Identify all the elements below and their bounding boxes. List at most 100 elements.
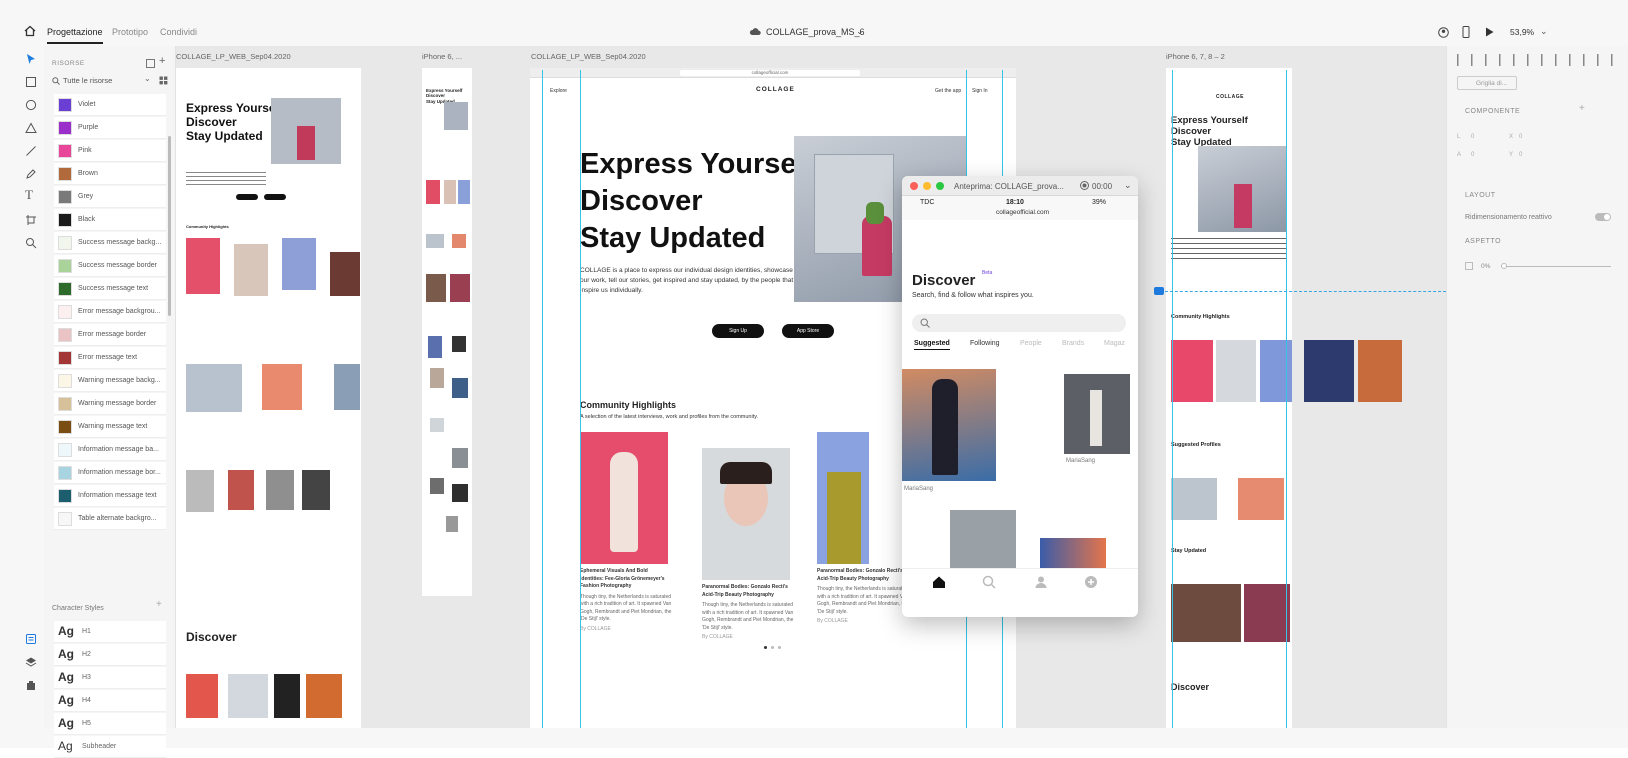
add-asset-icon[interactable]: + xyxy=(159,55,165,67)
rectangle-tool-icon[interactable] xyxy=(25,76,37,88)
document-title[interactable]: COLLAGE_prova_MS_6 xyxy=(766,27,865,37)
artboard-label-lp-big[interactable]: COLLAGE_LP_WEB_Sep04.2020 xyxy=(531,52,646,61)
align-toolbar[interactable] xyxy=(1457,54,1617,66)
line-tool-icon[interactable] xyxy=(25,145,37,157)
opacity-checkbox[interactable] xyxy=(1465,262,1473,270)
discover-photo-4[interactable] xyxy=(1040,538,1106,568)
nav-get-app[interactable]: Get the app xyxy=(935,88,961,94)
lp-small-signup[interactable] xyxy=(236,194,258,200)
assets-panel-icon[interactable] xyxy=(25,633,37,645)
add-component-icon[interactable]: + xyxy=(1579,103,1585,114)
artboard-tool-icon[interactable] xyxy=(25,214,37,226)
color-swatch-item[interactable]: Violet xyxy=(54,94,166,116)
polygon-tool-icon[interactable] xyxy=(25,122,37,134)
card-photo-3[interactable] xyxy=(817,432,869,564)
design-canvas[interactable]: COLLAGE_LP_WEB_Sep04.2020 Express Yourse… xyxy=(176,46,1446,728)
opacity-value[interactable]: 0% xyxy=(1481,263,1490,270)
discover-tab[interactable]: Following xyxy=(970,340,1000,347)
opacity-slider[interactable] xyxy=(1501,263,1611,269)
carousel-dots[interactable] xyxy=(764,646,782,650)
character-style-item[interactable]: Ag H2 xyxy=(54,644,166,666)
tab-design[interactable]: Progettazione xyxy=(47,27,103,44)
home-icon[interactable] xyxy=(24,25,36,37)
zoom-chevron-icon[interactable]: ⌄ xyxy=(1540,26,1548,37)
guide-line[interactable] xyxy=(1286,70,1287,728)
select-tool-icon[interactable] xyxy=(25,53,37,65)
brand-logo[interactable]: COLLAGE xyxy=(756,86,795,93)
color-swatch-item[interactable]: Information message bor... xyxy=(54,462,166,484)
profile-icon[interactable] xyxy=(1034,575,1048,589)
lp-small-appstore[interactable] xyxy=(264,194,286,200)
grid-button[interactable]: Griglia di... xyxy=(1457,76,1517,90)
pen-tool-icon[interactable] xyxy=(25,168,37,180)
grid-view-icon[interactable] xyxy=(159,76,168,85)
chevron-down-icon[interactable]: ⌄ xyxy=(856,26,864,37)
color-swatch-item[interactable]: Brown xyxy=(54,163,166,185)
assets-scrollbar[interactable] xyxy=(168,136,171,316)
character-style-item[interactable]: Ag H3 xyxy=(54,667,166,689)
text-tool-icon[interactable]: T xyxy=(25,187,37,202)
color-swatch-item[interactable]: Pink xyxy=(54,140,166,162)
discover-search-input[interactable] xyxy=(912,314,1126,332)
play-icon[interactable] xyxy=(1485,27,1494,37)
transform-fields[interactable]: L0 X0 A0 Y0 xyxy=(1457,132,1607,162)
character-style-item[interactable]: Ag H5 xyxy=(54,713,166,735)
nav-sign-in[interactable]: Sign In xyxy=(972,88,988,94)
signup-button[interactable]: Sign Up xyxy=(712,324,764,338)
preview-chevron-icon[interactable]: ⌄ xyxy=(1124,180,1132,191)
character-style-item[interactable]: Ag Subheader xyxy=(54,736,166,758)
tab-prototype[interactable]: Prototipo xyxy=(112,27,148,37)
device-preview-icon[interactable] xyxy=(1462,26,1470,38)
color-swatch-item[interactable]: Warning message text xyxy=(54,416,166,438)
artboard-iphone-small[interactable]: Express Yourself Discover Stay Updated xyxy=(422,68,472,596)
color-swatch-item[interactable]: Success message backg... xyxy=(54,232,166,254)
export-icon[interactable] xyxy=(146,59,155,68)
community-card-text[interactable]: Paranormal Bodies: Gonzalo Recti's Acid-… xyxy=(702,584,794,642)
color-swatch-item[interactable]: Error message backgrou... xyxy=(54,301,166,323)
color-swatch-item[interactable]: Warning message backg... xyxy=(54,370,166,392)
card-photo-2[interactable] xyxy=(702,448,790,580)
artboard-label-iphone-right[interactable]: iPhone 6, 7, 8 – 2 xyxy=(1166,52,1225,61)
discover-tab[interactable]: People xyxy=(1020,340,1042,347)
community-card-text[interactable]: Ephemeral Visuals And Bold Identities: F… xyxy=(580,568,672,633)
close-icon[interactable] xyxy=(910,182,918,190)
preview-titlebar[interactable]: Anteprima: COLLAGE_prova... 00:00 ⌄ xyxy=(902,176,1138,196)
community-card-text[interactable]: Paranormal Bodies: Gonzalo Recti's Acid-… xyxy=(817,568,909,626)
guide-handle[interactable] xyxy=(1154,287,1164,295)
plugins-panel-icon[interactable] xyxy=(25,679,37,691)
discover-tab[interactable]: Brands xyxy=(1062,340,1084,347)
artboard-label-lp[interactable]: COLLAGE_LP_WEB_Sep04.2020 xyxy=(176,52,291,61)
add-style-icon[interactable]: + xyxy=(156,599,162,610)
color-swatch-item[interactable]: Information message ba... xyxy=(54,439,166,461)
search-icon[interactable] xyxy=(982,575,996,589)
character-style-item[interactable]: Ag H1 xyxy=(54,621,166,643)
color-swatch-item[interactable]: Black xyxy=(54,209,166,231)
artboard-iphone-right[interactable]: COLLAGE Express Yourself Discover Stay Upd… xyxy=(1166,68,1402,728)
discover-photo-1[interactable] xyxy=(902,369,996,481)
character-style-item[interactable]: Ag H4 xyxy=(54,690,166,712)
home-icon[interactable] xyxy=(932,575,946,589)
color-swatch-item[interactable]: Success message border xyxy=(54,255,166,277)
guide-line[interactable] xyxy=(580,70,581,728)
record-icon[interactable] xyxy=(1080,181,1089,190)
zoom-level[interactable]: 53,9% xyxy=(1510,27,1534,37)
color-swatch-item[interactable]: Warning message border xyxy=(54,393,166,415)
card-photo-1[interactable] xyxy=(580,432,668,564)
discover-photo-3[interactable] xyxy=(950,510,1016,568)
appstore-button[interactable]: App Store xyxy=(782,324,834,338)
color-swatch-item[interactable]: Table alternate backgro... xyxy=(54,508,166,530)
responsive-resize-toggle[interactable] xyxy=(1595,213,1611,221)
nav-explore[interactable]: Explore xyxy=(550,88,567,94)
color-swatch-item[interactable]: Success message text xyxy=(54,278,166,300)
layers-panel-icon[interactable] xyxy=(25,656,37,668)
filter-chevron-icon[interactable]: ⌄ xyxy=(144,74,151,83)
assets-filter[interactable]: Tutte le risorse xyxy=(63,76,112,85)
guide-line[interactable] xyxy=(1172,70,1173,728)
maximize-icon[interactable] xyxy=(936,182,944,190)
zoom-tool-icon[interactable] xyxy=(25,237,37,249)
guide-line[interactable] xyxy=(542,70,543,728)
color-swatch-item[interactable]: Purple xyxy=(54,117,166,139)
minimize-icon[interactable] xyxy=(923,182,931,190)
color-swatch-item[interactable]: Error message text xyxy=(54,347,166,369)
preview-window[interactable]: Anteprima: COLLAGE_prova... 00:00 ⌄ TDC … xyxy=(902,176,1138,617)
